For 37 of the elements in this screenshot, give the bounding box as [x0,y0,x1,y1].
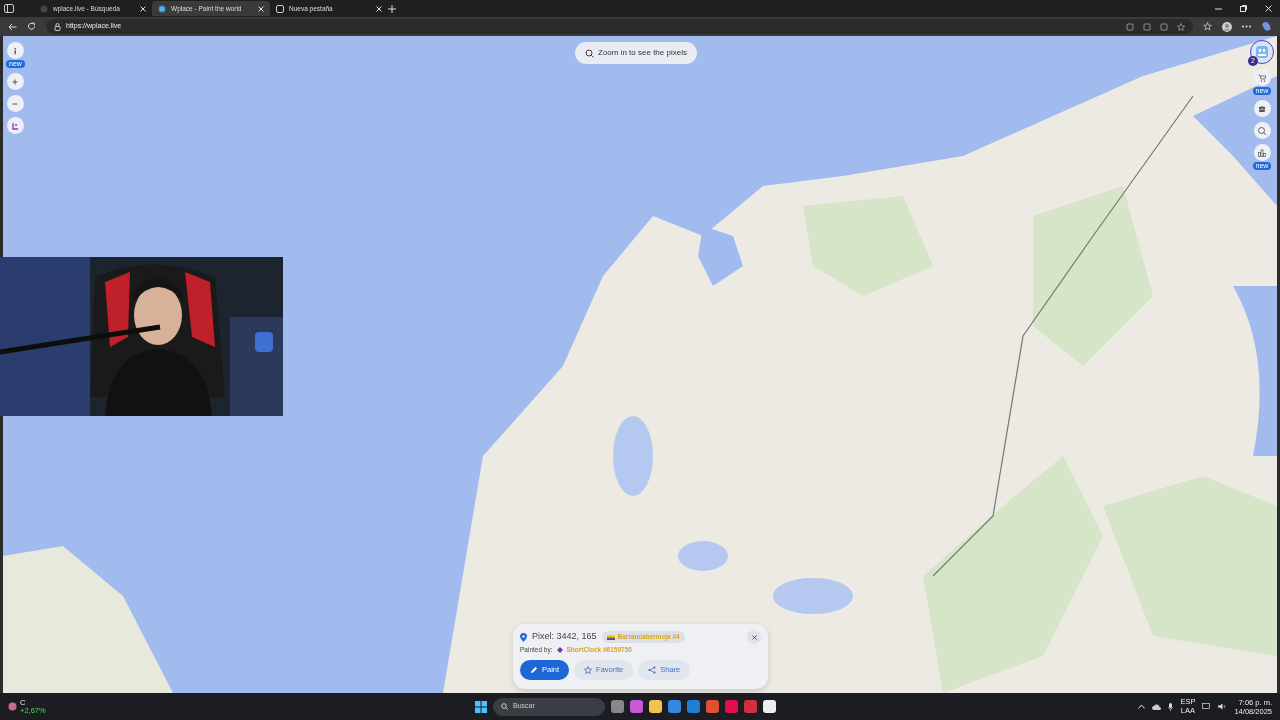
tab-actions-icon[interactable] [4,4,14,13]
app-icon[interactable] [706,700,719,713]
app-icon[interactable] [649,700,662,713]
tab-favicon-icon [276,4,284,13]
restore-icon[interactable] [1240,5,1247,12]
app-icon[interactable] [763,700,776,713]
network-icon[interactable] [1202,703,1212,710]
minimize-icon[interactable] [1215,5,1222,12]
app-icon[interactable] [1126,22,1134,31]
favorites-icon[interactable] [1203,22,1212,31]
volume-icon[interactable] [1218,703,1228,710]
reload-icon[interactable] [27,22,36,31]
chevron-up-icon[interactable] [1138,704,1146,709]
back-icon[interactable] [8,22,17,31]
close-icon[interactable] [140,5,146,12]
close-icon[interactable] [1265,5,1272,12]
profile-avatar-icon[interactable] [1222,21,1232,32]
more-icon[interactable] [1242,25,1251,28]
stock-chart-icon [8,702,17,711]
tab-favicon-icon [158,4,166,13]
copilot-icon[interactable] [1261,21,1272,32]
app-icon[interactable] [725,700,738,713]
app-icon[interactable] [668,700,681,713]
new-tab-icon[interactable] [388,4,396,13]
app-icon[interactable] [630,700,643,713]
tab-favicon-icon [40,4,48,13]
app-icon[interactable] [687,700,700,713]
close-icon[interactable] [376,5,382,12]
microphone-icon[interactable] [1168,702,1174,711]
app-icon[interactable] [611,700,624,713]
lock-icon [54,22,61,31]
star-icon[interactable] [1177,22,1185,31]
app-icon[interactable] [744,700,757,713]
close-icon[interactable] [258,5,264,12]
windows-start-icon[interactable] [475,700,487,713]
cloud-icon[interactable] [1152,703,1162,710]
search-icon [501,703,508,710]
